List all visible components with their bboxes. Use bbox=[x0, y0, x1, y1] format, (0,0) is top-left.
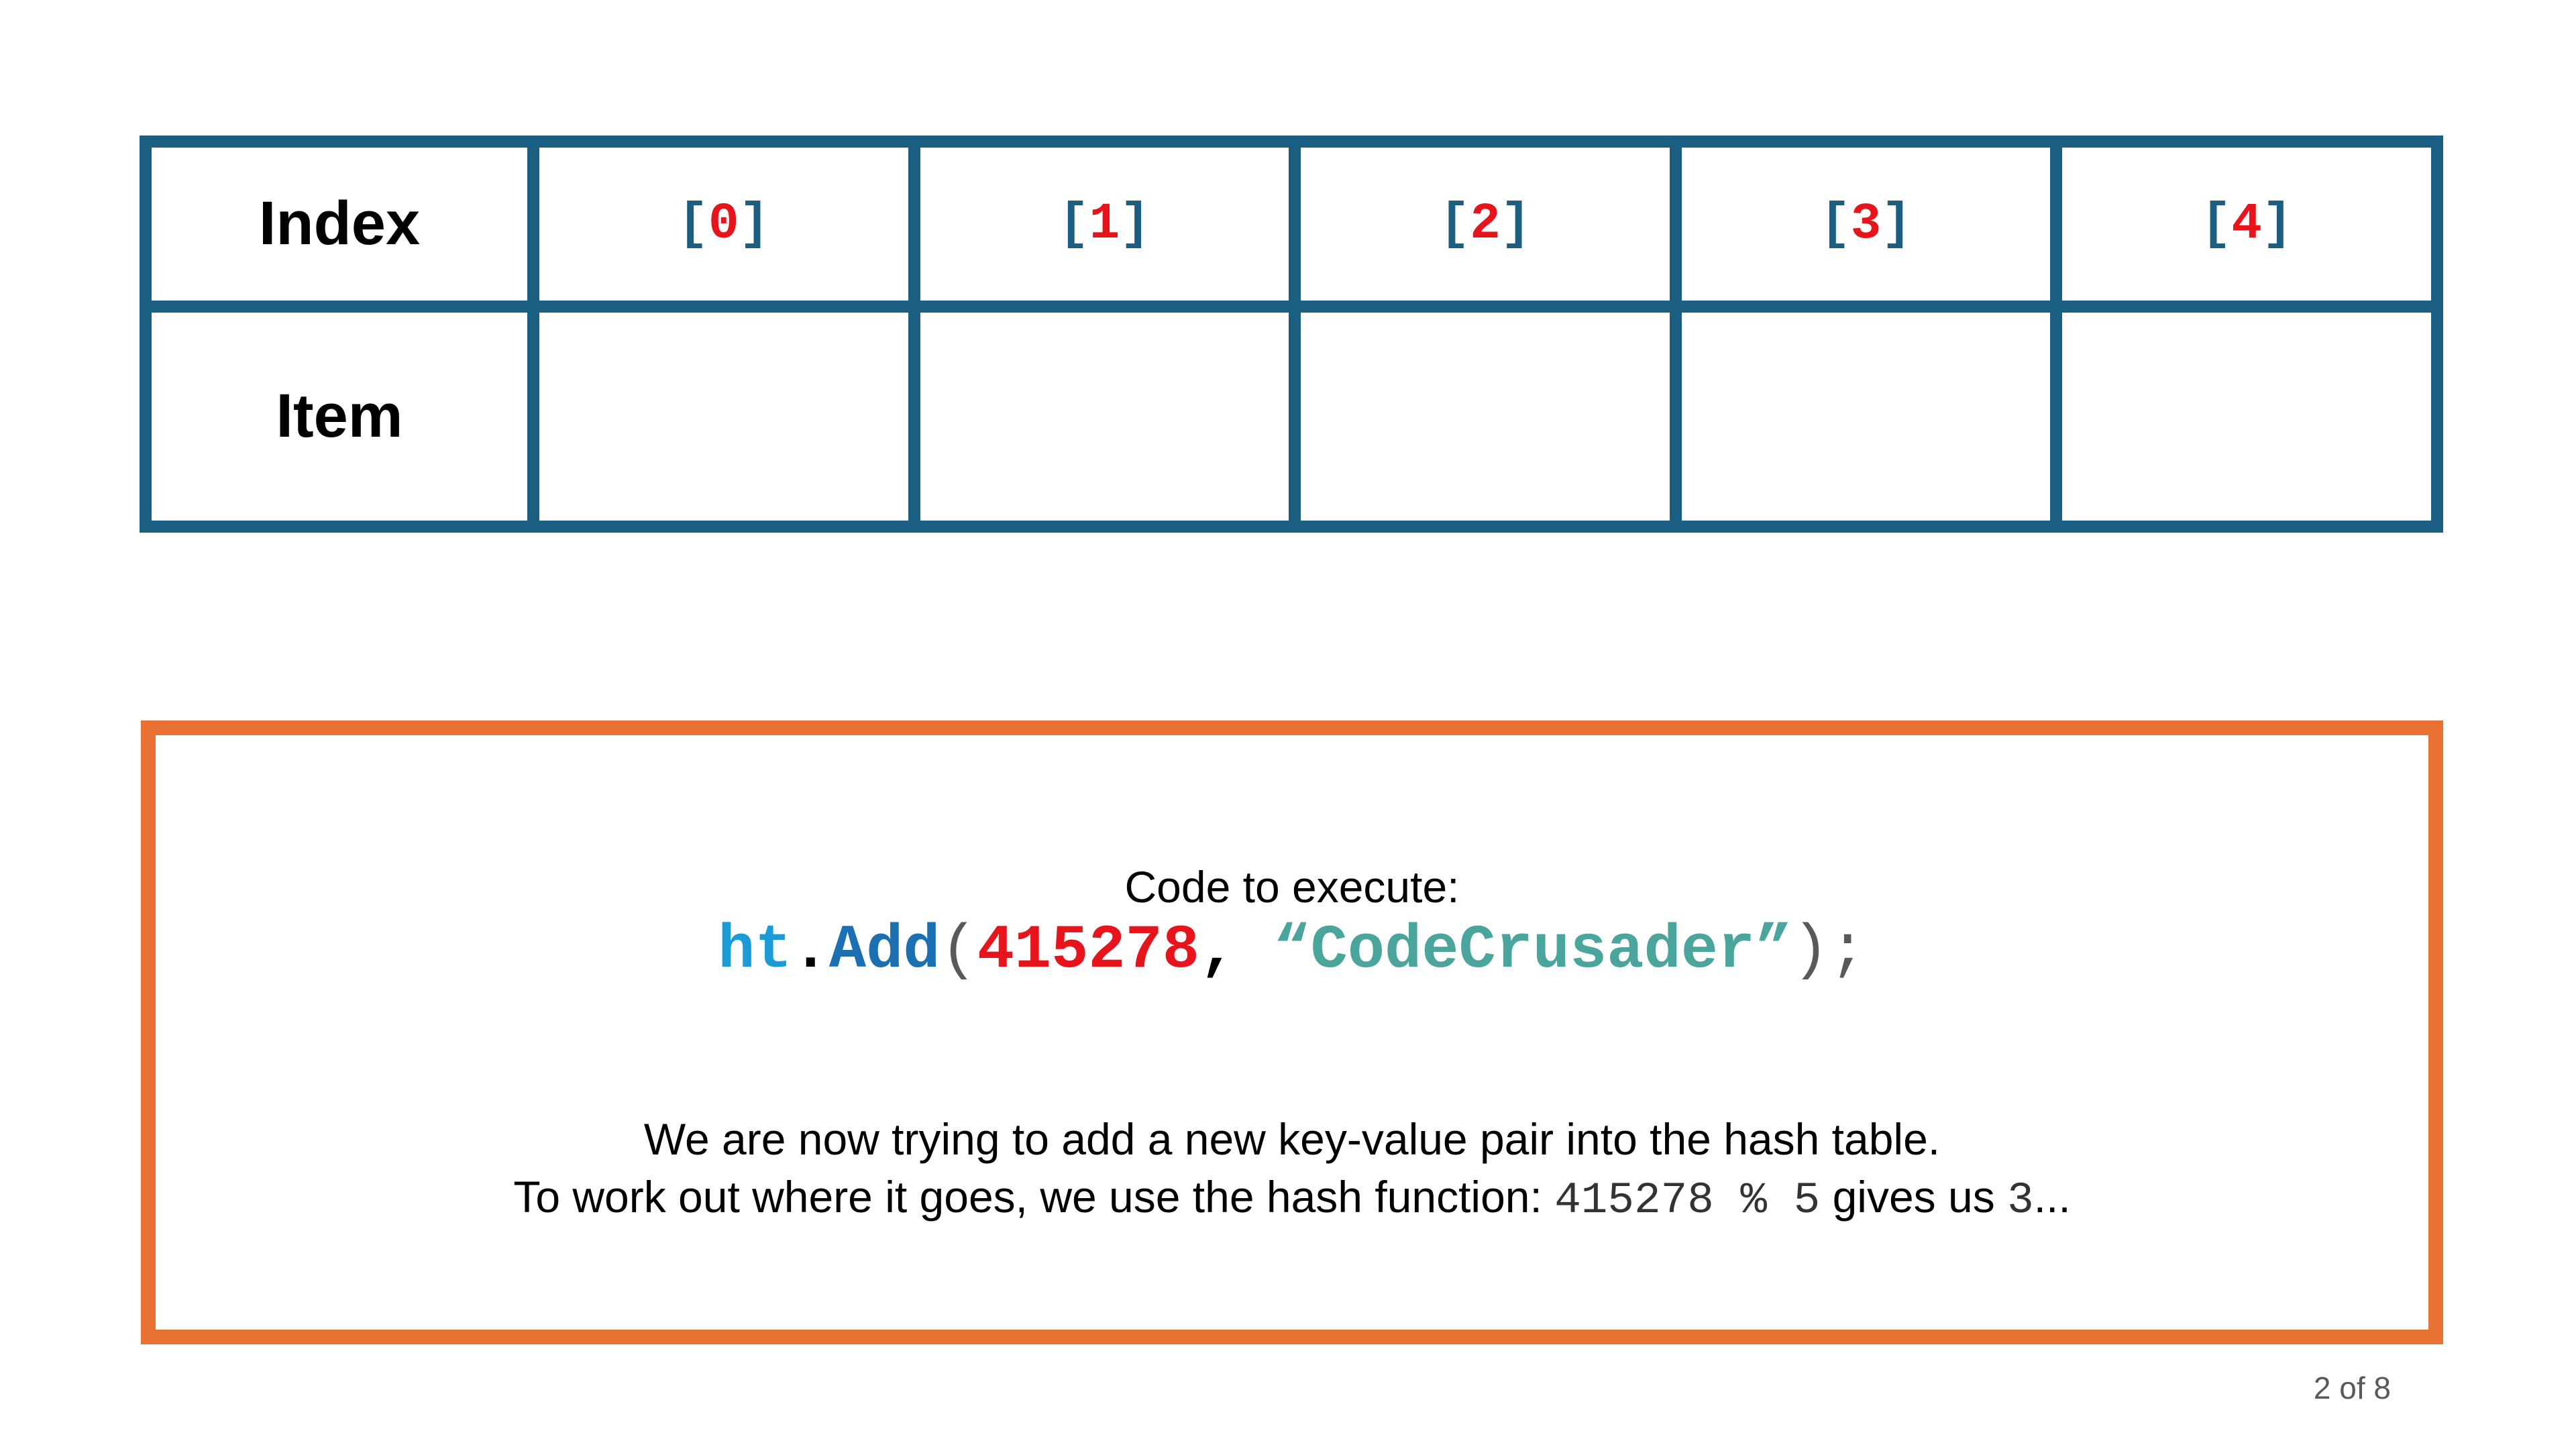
item-row-label: Item bbox=[152, 312, 527, 521]
explanation-middle: gives us bbox=[1820, 1172, 2008, 1222]
code-heading: Code to execute: bbox=[1124, 862, 1460, 912]
explanation-line-1: We are now trying to add a new key-value… bbox=[643, 1114, 1941, 1164]
code-value: “CodeCrusader” bbox=[1273, 915, 1792, 985]
code-close-paren: ) bbox=[1792, 915, 1829, 985]
index-cell-3: [3] bbox=[1681, 148, 2051, 301]
index-row-label: Index bbox=[152, 148, 527, 301]
code-dot: . bbox=[792, 915, 829, 985]
index-bracket-open: [ bbox=[678, 195, 708, 253]
item-cell-2 bbox=[1301, 312, 1670, 521]
index-bracket-close: ] bbox=[739, 195, 770, 253]
hash-result: 3 bbox=[2007, 1175, 2034, 1226]
code-comma: , bbox=[1199, 915, 1274, 985]
index-bracket-close: ] bbox=[1120, 195, 1150, 253]
index-number: 2 bbox=[1470, 195, 1501, 253]
explanation-line-2: To work out where it goes, we use the ha… bbox=[156, 1171, 2428, 1226]
index-number: 1 bbox=[1089, 195, 1120, 253]
hash-expression: 415278 % 5 bbox=[1554, 1175, 1821, 1226]
code-key: 415278 bbox=[977, 915, 1199, 985]
index-bracket-close: ] bbox=[1500, 195, 1532, 253]
explanation-suffix: ... bbox=[2033, 1172, 2071, 1222]
index-bracket-open: [ bbox=[1058, 195, 1089, 253]
index-cell-4: [4] bbox=[2062, 148, 2431, 301]
index-cell-1: [1] bbox=[920, 148, 1289, 301]
index-bracket-open: [ bbox=[2200, 195, 2232, 253]
item-cell-1 bbox=[920, 312, 1289, 521]
code-box: Code to execute: ht.Add(415278, “CodeCru… bbox=[141, 720, 2443, 1344]
index-number: 4 bbox=[2231, 195, 2262, 253]
index-cell-0: [0] bbox=[539, 148, 908, 301]
code-open-paren: ( bbox=[940, 915, 977, 985]
index-bracket-open: [ bbox=[1820, 195, 1851, 253]
index-bracket-close: ] bbox=[1881, 195, 1912, 253]
code-object: ht bbox=[718, 915, 792, 985]
index-number: 0 bbox=[708, 195, 739, 253]
index-bracket-open: [ bbox=[1439, 195, 1470, 253]
index-number: 3 bbox=[1850, 195, 1882, 253]
code-line: ht.Add(415278, “CodeCrusader”); bbox=[156, 915, 2428, 985]
item-cell-0 bbox=[539, 312, 908, 521]
index-bracket-close: ] bbox=[2261, 195, 2293, 253]
explanation-prefix: To work out where it goes, we use the ha… bbox=[513, 1172, 1555, 1222]
code-method: Add bbox=[828, 915, 941, 985]
hash-table: Index [0] [1] [2] [3] [4] Item bbox=[140, 136, 2443, 533]
code-semicolon: ; bbox=[1829, 915, 1866, 985]
page-counter: 2 of 8 bbox=[2313, 1371, 2391, 1405]
item-cell-3 bbox=[1681, 312, 2051, 521]
item-cell-4 bbox=[2062, 312, 2431, 521]
index-cell-2: [2] bbox=[1301, 148, 1670, 301]
